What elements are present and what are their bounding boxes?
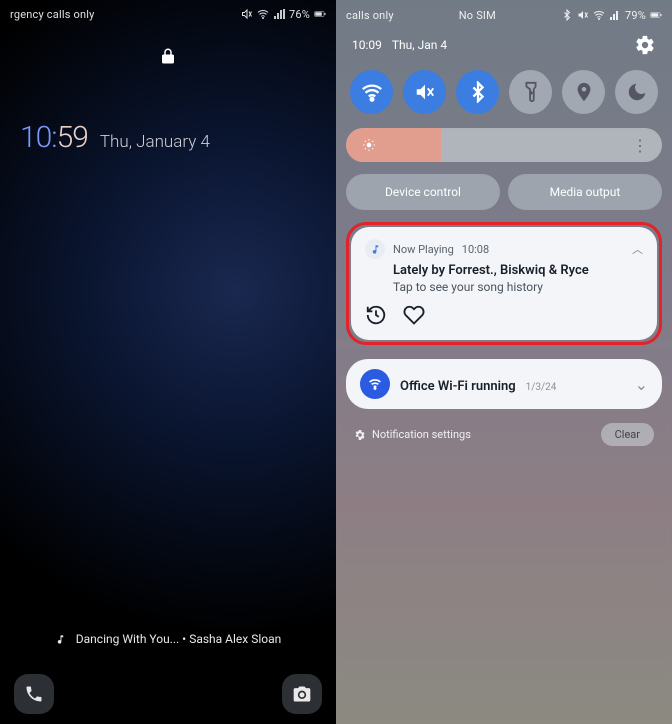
clock-time: 10:59 bbox=[20, 120, 88, 155]
battery-text: 76% bbox=[289, 8, 310, 21]
notification-settings-link[interactable]: Notification settings bbox=[354, 428, 471, 441]
gear-icon bbox=[354, 429, 366, 441]
mute-icon bbox=[414, 81, 436, 103]
battery-text: 79% bbox=[625, 9, 646, 22]
moon-icon bbox=[626, 81, 648, 103]
sim-text: No SIM bbox=[459, 9, 496, 22]
history-button[interactable] bbox=[365, 304, 387, 326]
mute-icon bbox=[241, 8, 253, 20]
notification-shade: calls only No SIM 79% 10:09 Thu, Jan 4 bbox=[336, 0, 672, 724]
qs-wifi[interactable] bbox=[350, 70, 393, 114]
location-icon bbox=[573, 81, 595, 103]
qs-dnd[interactable] bbox=[615, 70, 658, 114]
music-note-icon bbox=[370, 244, 381, 255]
camera-icon bbox=[292, 684, 312, 704]
device-control-button[interactable]: Device control bbox=[346, 174, 500, 210]
wifi-notification-title: Office Wi-Fi running bbox=[400, 379, 516, 394]
status-icons-left: 76% bbox=[241, 8, 326, 21]
camera-shortcut[interactable] bbox=[282, 674, 322, 714]
chevron-up-icon[interactable]: ︿ bbox=[632, 241, 643, 257]
wifi-shield-icon bbox=[367, 376, 383, 392]
bluetooth-icon bbox=[561, 9, 573, 21]
now-playing-text: Dancing With You... • Sasha Alex Sloan bbox=[76, 632, 281, 646]
favorite-button[interactable] bbox=[403, 304, 425, 326]
history-icon bbox=[365, 304, 387, 326]
clock-date: Thu, January 4 bbox=[100, 132, 210, 152]
status-bar-left: rgency calls only 76% bbox=[0, 0, 336, 24]
phone-icon bbox=[24, 684, 44, 704]
music-app-icon bbox=[365, 239, 385, 259]
wifi-icon bbox=[593, 9, 605, 21]
quick-settings-row bbox=[346, 70, 662, 114]
control-buttons-row: Device control Media output bbox=[346, 174, 662, 210]
wifi-notification[interactable]: Office Wi-Fi running 1/3/24 ⌄ bbox=[346, 359, 662, 409]
highlighted-notification: Now Playing 10:08 ︿ Lately by Forrest., … bbox=[346, 222, 662, 345]
now-playing-lock[interactable]: Dancing With You... • Sasha Alex Sloan bbox=[0, 632, 336, 646]
mute-icon bbox=[577, 9, 589, 21]
shade-footer: Notification settings Clear bbox=[346, 423, 662, 446]
clear-button[interactable]: Clear bbox=[601, 423, 654, 446]
qs-mute[interactable] bbox=[403, 70, 446, 114]
status-icons-right: 79% bbox=[561, 9, 662, 22]
brightness-menu-icon[interactable]: ⋮ bbox=[632, 136, 648, 155]
lock-screen: rgency calls only 76% 10:59 Thu, January… bbox=[0, 0, 336, 724]
wifi-app-icon bbox=[360, 369, 390, 399]
phone-shortcut[interactable] bbox=[14, 674, 54, 714]
qs-flashlight[interactable] bbox=[509, 70, 552, 114]
wifi-notification-date: 1/3/24 bbox=[526, 382, 557, 393]
brightness-slider[interactable]: ⋮ bbox=[346, 128, 662, 162]
now-playing-notification[interactable]: Now Playing 10:08 ︿ Lately by Forrest., … bbox=[351, 227, 657, 340]
lock-clock: 10:59 Thu, January 4 bbox=[0, 120, 336, 155]
notification-subtitle: Tap to see your song history bbox=[393, 280, 643, 294]
notification-title: Lately by Forrest., Biskwiq & Ryce bbox=[393, 263, 643, 278]
notification-actions bbox=[365, 304, 643, 326]
status-bar-right: calls only No SIM 79% bbox=[336, 0, 672, 24]
bluetooth-icon bbox=[467, 81, 489, 103]
carrier-text: rgency calls only bbox=[10, 8, 95, 21]
lock-icon bbox=[0, 46, 336, 70]
signal-icon bbox=[273, 8, 285, 20]
battery-icon bbox=[314, 8, 326, 20]
carrier-text: calls only bbox=[346, 9, 394, 22]
media-output-button[interactable]: Media output bbox=[508, 174, 662, 210]
heart-icon bbox=[403, 304, 425, 326]
shade-date: Thu, Jan 4 bbox=[392, 38, 447, 52]
wifi-icon bbox=[361, 81, 383, 103]
qs-bluetooth[interactable] bbox=[456, 70, 499, 114]
shade-time: 10:09 bbox=[352, 38, 382, 52]
settings-label: Notification settings bbox=[372, 428, 471, 441]
shade-header: 10:09 Thu, Jan 4 bbox=[346, 34, 662, 56]
brightness-fill bbox=[346, 128, 441, 162]
chevron-down-icon[interactable]: ⌄ bbox=[635, 375, 648, 394]
qs-location[interactable] bbox=[562, 70, 605, 114]
flashlight-icon bbox=[520, 81, 542, 103]
battery-icon bbox=[650, 9, 662, 21]
gear-icon bbox=[634, 34, 656, 56]
notification-app-name: Now Playing bbox=[393, 243, 454, 256]
sun-icon bbox=[362, 138, 376, 152]
lock-shortcuts bbox=[0, 674, 336, 714]
notification-timestamp: 10:08 bbox=[462, 243, 489, 256]
notification-header: Now Playing 10:08 ︿ bbox=[365, 239, 643, 259]
settings-button[interactable] bbox=[634, 34, 656, 56]
wifi-icon bbox=[257, 8, 269, 20]
music-note-icon bbox=[55, 634, 66, 645]
signal-icon bbox=[609, 9, 621, 21]
